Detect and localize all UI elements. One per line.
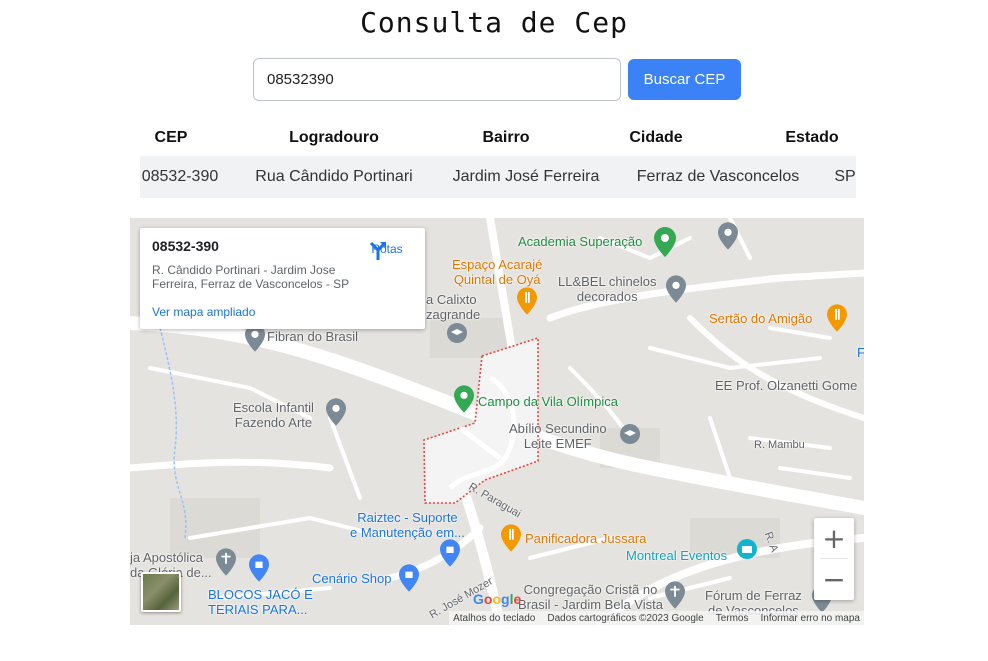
school-pin-icon[interactable] [619, 423, 641, 449]
gray-pin-icon[interactable] [326, 398, 346, 426]
map-label-panificadora[interactable]: Panificadora Jussara [525, 531, 646, 546]
shop-pin-icon[interactable] [249, 554, 269, 582]
map-label-sertao[interactable]: Sertão do Amigão [709, 311, 812, 326]
map-label-congregacao[interactable]: Congregação Cristã no Brasil - Jardim Be… [518, 582, 663, 612]
map-label-campo[interactable]: Campo da Vila Olímpica [478, 394, 618, 409]
shop-pin-icon[interactable] [666, 275, 686, 303]
keyboard-shortcuts-link[interactable]: Atalhos do teclado [453, 613, 535, 624]
cell-logradouro: Rua Cândido Portinari [255, 168, 413, 185]
zoom-in-button[interactable]: + [814, 518, 854, 558]
header-logradouro: Logradouro [289, 129, 379, 146]
terms-link[interactable]: Termos [716, 613, 749, 624]
table-header-row: CEP Logradouro Bairro Cidade Estado [140, 120, 856, 156]
info-card-address: R. Cândido Portinari - Jardim Jose Ferre… [152, 263, 350, 291]
header-cidade: Cidade [629, 129, 683, 146]
map-label-calixto[interactable]: a Calixto zagrande [426, 292, 480, 322]
restaurant-pin-icon[interactable] [517, 287, 537, 315]
map-label-escola[interactable]: Escola Infantil Fazendo Arte [233, 400, 314, 430]
map-label-olzanetti[interactable]: EE Prof. Olzanetti Gome [715, 378, 857, 393]
shop-pin-icon[interactable] [440, 539, 460, 567]
map-label-mambu: R. Mambu [754, 439, 805, 451]
shop-pin-icon[interactable] [399, 564, 419, 592]
results-table: CEP Logradouro Bairro Cidade Estado 0853… [140, 120, 856, 198]
map-label-f-edge: F [857, 345, 864, 360]
google-logo: Google [473, 591, 522, 607]
header-bairro: Bairro [482, 129, 530, 146]
map-label-academia[interactable]: Academia Superação [518, 234, 642, 249]
map-attribution: Atalhos do teclado Dados cartográficos ©… [449, 611, 864, 625]
school-pin-icon[interactable] [446, 322, 468, 348]
green-pin-icon[interactable] [654, 227, 676, 257]
map-label-cenario[interactable]: Cenário Shop [312, 571, 392, 586]
directions-button[interactable]: Rotas [367, 240, 407, 260]
map-label-montreal[interactable]: Montreal Eventos [626, 548, 727, 563]
map-label-espaco[interactable]: Espaço Acarajé Quintal de Oyá [452, 257, 542, 287]
map-label-fibran[interactable]: Fibran do Brasil [267, 329, 358, 344]
header-estado: Estado [785, 129, 839, 146]
map-label-llbel[interactable]: LL&BEL chinelos decorados [558, 274, 657, 304]
embedded-map[interactable]: Academia Superação Espaço Acarajé Quinta… [130, 218, 864, 625]
cell-bairro: Jardim José Ferreira [452, 168, 600, 185]
zoom-out-button[interactable]: − [814, 559, 854, 599]
map-data-credit: Dados cartográficos ©2023 Google [547, 612, 704, 624]
report-error-link[interactable]: Informar erro no mapa [761, 613, 861, 624]
map-info-card: 08532-390 R. Cândido Portinari - Jardim … [140, 228, 425, 329]
green-pin-icon[interactable] [454, 385, 474, 413]
event-pin-icon[interactable] [736, 538, 758, 564]
cell-estado: SP [834, 168, 856, 185]
table-row: 08532-390 Rua Cândido Portinari Jardim J… [140, 156, 856, 198]
header-cep: CEP [154, 129, 188, 146]
zoom-control: + − [814, 518, 854, 600]
view-larger-map-link[interactable]: Ver mapa ampliado [152, 305, 255, 319]
cell-cidade: Ferraz de Vasconcelos [636, 168, 800, 185]
restaurant-pin-icon[interactable] [827, 304, 847, 332]
page-title: Consulta de Cep [360, 6, 628, 39]
church-pin-icon[interactable] [665, 581, 685, 609]
satellite-layer-toggle[interactable] [141, 572, 181, 612]
cell-cep: 08532-390 [141, 168, 219, 185]
directions-icon [369, 241, 387, 260]
map-label-blocos[interactable]: BLOCOS JACÓ E TERIAIS PARA... [208, 587, 313, 617]
map-label-abilio[interactable]: Abílio Secundino Leite EMEF [509, 421, 607, 451]
map-label-raiztec[interactable]: Raiztec - Suporte e Manutenção em... [350, 510, 465, 540]
search-cep-button[interactable]: Buscar CEP [628, 59, 741, 100]
restaurant-pin-icon[interactable] [501, 524, 521, 552]
cep-search-input[interactable] [253, 58, 621, 101]
gray-pin-icon[interactable] [718, 222, 738, 250]
church-pin-icon[interactable] [216, 548, 236, 576]
